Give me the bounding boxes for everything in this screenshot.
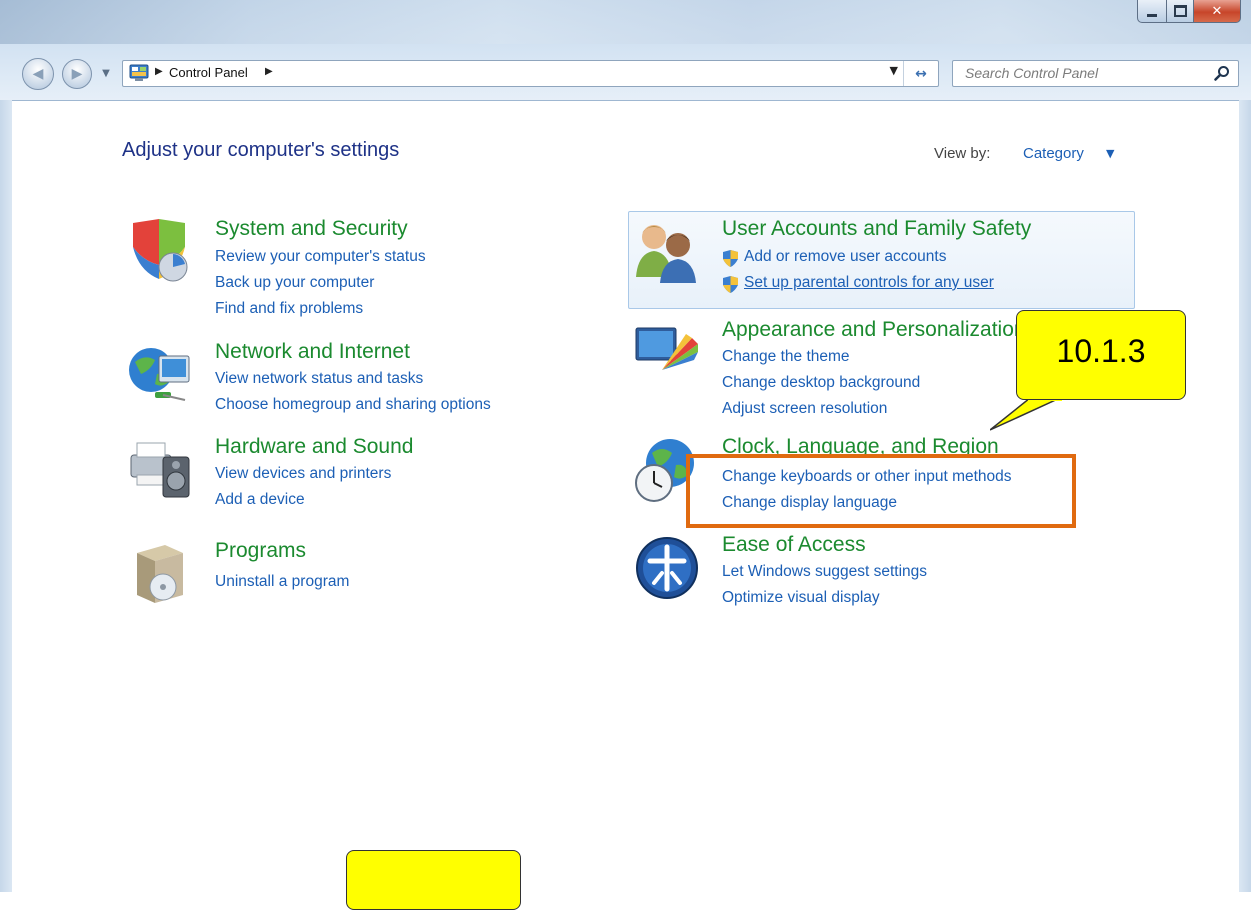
back-button[interactable]: ◀	[22, 58, 54, 90]
appearance-monitor-icon	[635, 327, 698, 370]
back-arrow-icon: ◀	[32, 66, 44, 82]
minimize-icon	[1147, 13, 1157, 17]
address-bar[interactable]: ▶ Control Panel ▶ ▼ ↔	[122, 60, 939, 87]
link-desktop-background[interactable]: Change desktop background	[722, 374, 920, 392]
link-review-status[interactable]: Review your computer's status	[215, 248, 426, 266]
category-heading[interactable]: Hardware and Sound	[215, 435, 413, 459]
chevron-down-icon: ▼	[102, 67, 110, 79]
programs-box-icon	[137, 545, 183, 603]
printer-speaker-icon	[130, 442, 190, 498]
refresh-icon: ↔	[915, 65, 927, 82]
forward-button[interactable]: ▶	[62, 59, 92, 89]
category-heading[interactable]: System and Security	[215, 217, 408, 241]
window-titlebar: ✕ ◀ ▶ ▼ ▶ Control Panel ▶ ▼ ↔	[0, 0, 1251, 101]
link-screen-resolution[interactable]: Adjust screen resolution	[722, 400, 887, 418]
search-input[interactable]	[953, 61, 1205, 84]
page-title: Adjust your computer's settings	[122, 139, 400, 161]
category-heading[interactable]: Network and Internet	[215, 340, 410, 364]
link-add-device[interactable]: Add a device	[215, 491, 305, 509]
view-by-chevron-down-icon[interactable]: ▼	[1106, 147, 1114, 160]
address-dropdown-icon[interactable]: ▼	[890, 64, 898, 77]
recent-pages-dropdown[interactable]: ▼	[99, 65, 113, 81]
category-heading[interactable]: Programs	[215, 539, 306, 563]
close-icon: ✕	[1211, 3, 1223, 19]
navigation-bar: ◀ ▶ ▼ ▶ Control Panel ▶ ▼ ↔	[0, 55, 1251, 91]
category-heading[interactable]: Ease of Access	[722, 533, 866, 557]
link-optimize-display[interactable]: Optimize visual display	[722, 589, 880, 607]
user-accounts-people-icon	[636, 225, 696, 283]
annotation-callout: 10.1.3	[1016, 310, 1186, 400]
link-network-status[interactable]: View network status and tasks	[215, 370, 423, 388]
breadcrumb-control-panel[interactable]: Control Panel	[169, 65, 248, 80]
breadcrumb-separator-icon[interactable]: ▶	[155, 66, 163, 77]
link-find-fix-problems[interactable]: Find and fix problems	[215, 300, 363, 318]
link-add-remove-users[interactable]: Add or remove user accounts	[744, 248, 946, 266]
link-back-up[interactable]: Back up your computer	[215, 274, 374, 292]
category-heading[interactable]: User Accounts and Family Safety	[722, 217, 1031, 241]
forward-arrow-icon: ▶	[71, 66, 83, 82]
uac-shield-icon	[723, 250, 738, 267]
link-windows-suggest[interactable]: Let Windows suggest settings	[722, 563, 927, 581]
close-button[interactable]: ✕	[1194, 0, 1241, 23]
network-globe-icon	[129, 348, 190, 401]
window-frame-right	[1238, 100, 1251, 892]
maximize-icon	[1173, 5, 1187, 17]
minimize-button[interactable]	[1137, 0, 1167, 23]
view-by-label: View by:	[934, 145, 991, 162]
ease-of-access-icon	[636, 537, 698, 599]
breadcrumb-separator-icon[interactable]: ▶	[265, 66, 273, 77]
link-parental-controls[interactable]: Set up parental controls for any user	[744, 274, 994, 292]
link-change-theme[interactable]: Change the theme	[722, 348, 850, 366]
uac-shield-icon	[723, 276, 738, 293]
background-window-strip	[0, 0, 1251, 44]
search-box	[952, 60, 1239, 87]
maximize-button[interactable]	[1167, 0, 1194, 23]
link-devices-printers[interactable]: View devices and printers	[215, 465, 391, 483]
view-by-dropdown[interactable]: Category	[1023, 145, 1084, 162]
link-homegroup-sharing[interactable]: Choose homegroup and sharing options	[215, 396, 491, 414]
callout-tail	[990, 398, 1062, 431]
category-heading[interactable]: Appearance and Personalization	[722, 318, 1026, 342]
search-icon[interactable]	[1214, 65, 1230, 81]
refresh-button[interactable]: ↔	[903, 61, 938, 86]
link-uninstall-program[interactable]: Uninstall a program	[215, 573, 349, 591]
annotation-highlight-box	[686, 454, 1076, 528]
caption-buttons: ✕	[1137, 0, 1241, 26]
callout-label: 10.1.3	[1056, 333, 1146, 369]
control-panel-icon	[129, 64, 149, 81]
annotation-callout-bottom	[346, 850, 521, 910]
system-security-shield-icon	[133, 219, 188, 282]
